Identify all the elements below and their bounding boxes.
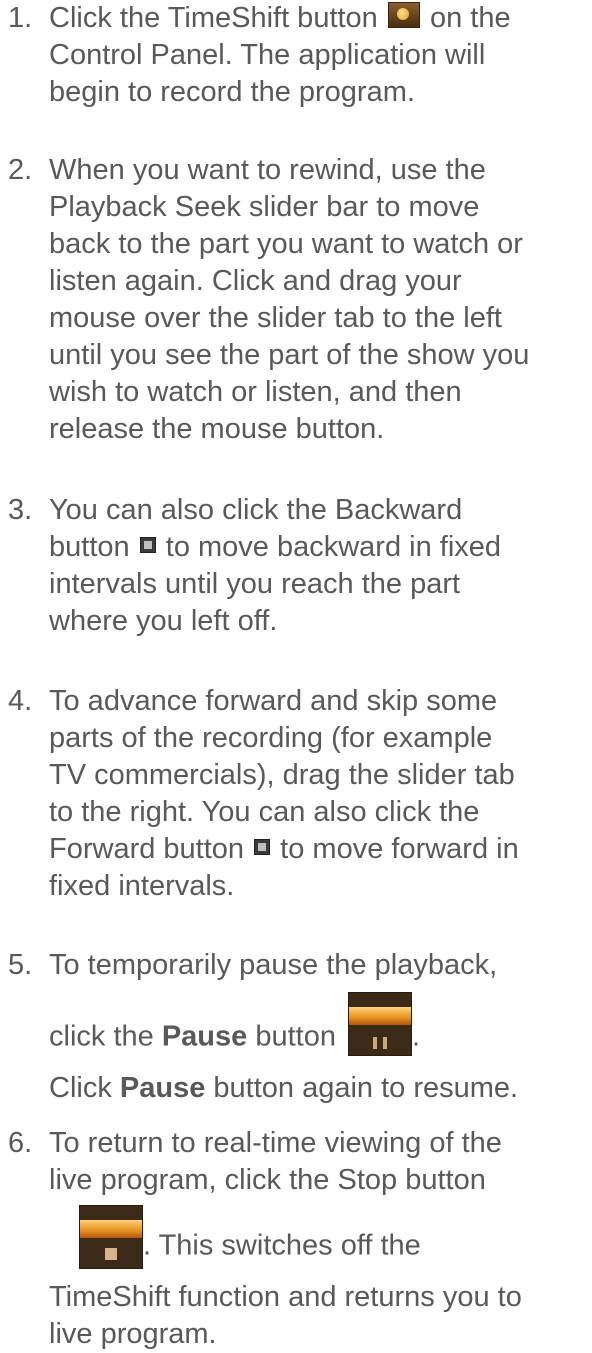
step-number: 1.	[8, 2, 33, 34]
step-line: intervals until you reach the part	[49, 568, 461, 600]
stop-icon	[79, 1205, 143, 1269]
step-line: live program, click the Stop button	[49, 1164, 486, 1196]
step-line: When you want to rewind, use the	[49, 154, 486, 186]
step-text: You can also click the Backward button t…	[49, 492, 592, 640]
step-text: When you want to rewind, use the Playbac…	[49, 152, 592, 448]
step-number: 3.	[8, 494, 33, 526]
forward-icon	[254, 839, 271, 856]
step-line: mouse over the slider tab to the left	[49, 302, 502, 334]
step-text: To advance forward and skip some parts o…	[49, 683, 592, 905]
step-line: Playback Seek slider bar to move	[49, 191, 480, 223]
step-line: Forward button to move forward in	[49, 833, 519, 865]
timeshift-icon	[387, 2, 420, 29]
step-line: To temporarily pause the playback,	[49, 949, 498, 981]
step-number: 5.	[8, 949, 33, 981]
step-line: TV commercials), drag the slider tab	[49, 759, 515, 791]
step-line: fixed intervals.	[49, 870, 235, 902]
step-text: To temporarily pause the playback, click…	[49, 947, 592, 1107]
step-line: You can also click the Backward	[49, 494, 463, 526]
step-line: To return to real-time viewing of the	[49, 1127, 502, 1159]
step-line: To advance forward and skip some	[49, 685, 498, 717]
step-line: begin to record the program.	[49, 76, 415, 108]
step-number: 2.	[8, 154, 33, 186]
step-line: parts of the recording (for example	[49, 722, 493, 754]
step-line: back to the part you want to watch or	[49, 228, 523, 260]
step-line: to the right. You can also click the	[49, 796, 480, 828]
step-text: Click the TimeShift button on the Contro…	[49, 0, 592, 111]
step-line: listen again. Click and drag your	[49, 265, 462, 297]
step-line: wish to watch or listen, and then	[49, 376, 462, 408]
step-line: . This switches off the	[49, 1205, 592, 1279]
step-line: Control Panel. The application will	[49, 39, 486, 71]
step-line: button to move backward in fixed	[49, 531, 502, 563]
step-line: TimeShift function and returns you to	[49, 1281, 522, 1313]
step-line: until you see the part of the show you	[49, 339, 530, 371]
step-text: To return to real-time viewing of the li…	[49, 1125, 592, 1353]
step-line: click the Pause button .	[49, 992, 592, 1070]
backward-icon	[139, 537, 156, 554]
step-number: 6.	[8, 1127, 33, 1159]
step-line: where you left off.	[49, 605, 278, 637]
step-line: live program.	[49, 1318, 217, 1350]
step-line: Click the TimeShift button on the	[49, 2, 511, 34]
step-line: release the mouse button.	[49, 413, 385, 445]
step-number: 4.	[8, 685, 33, 717]
step-line: Click Pause button again to resume.	[49, 1072, 519, 1104]
pause-icon	[348, 992, 413, 1056]
